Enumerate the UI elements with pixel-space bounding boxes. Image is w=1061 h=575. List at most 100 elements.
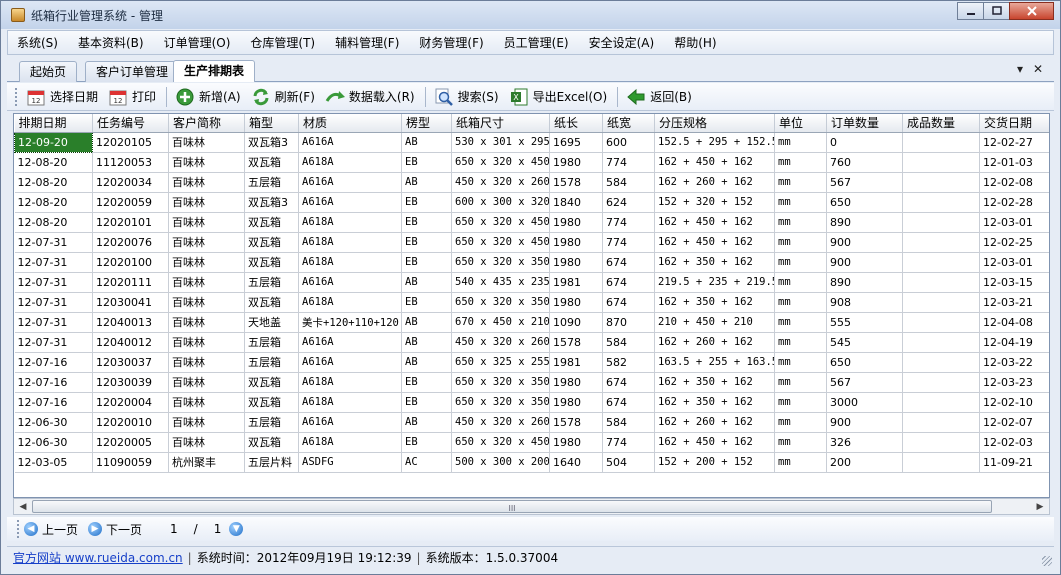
table-cell[interactable]: AC [401, 452, 452, 473]
table-cell[interactable]: 1578 [549, 172, 603, 193]
table-cell[interactable]: 五层箱 [244, 412, 299, 433]
table-cell[interactable]: 12040012 [92, 332, 169, 353]
table-cell[interactable]: 900 [826, 412, 903, 433]
title-bar[interactable]: 纸箱行业管理系统 - 管理 [1, 1, 1060, 29]
table-cell[interactable]: 12-07-16 [14, 392, 93, 413]
table-row[interactable]: 12-08-20 12020101 百味林 双瓦箱 A618A EB 650 x 320 x… [14, 212, 1049, 233]
scrollbar-thumb[interactable]: III [32, 500, 992, 513]
column-header[interactable]: 交货日期 [979, 114, 1049, 133]
table-cell[interactable]: 百味林 [168, 352, 245, 373]
column-header[interactable]: 成品数量 [902, 114, 980, 133]
table-cell[interactable]: 12-09-20 [14, 131, 93, 153]
table-cell[interactable]: AB [401, 312, 452, 333]
table-cell[interactable]: 12-07-31 [14, 272, 93, 293]
column-header[interactable]: 排期日期 [14, 114, 93, 133]
table-cell[interactable]: 五层箱 [244, 272, 299, 293]
table-row[interactable]: 12-07-31 12020076 百味林 双瓦箱 A618A EB 650 x 320 x… [14, 232, 1049, 253]
menu-finance-management[interactable]: 财务管理(F) [410, 32, 492, 54]
table-cell[interactable]: 双瓦箱3 [244, 192, 299, 213]
table-cell[interactable]: 12-08-20 [14, 212, 93, 233]
tab-list-dropdown-icon[interactable]: ▾ [1017, 62, 1023, 76]
table-cell[interactable]: 650 x 320 x 350 [451, 392, 550, 413]
table-cell[interactable]: 650 x 320 x 450 [451, 212, 550, 233]
table-cell[interactable]: 674 [602, 272, 655, 293]
table-cell[interactable]: 162 + 450 + 162 [654, 152, 775, 173]
table-cell[interactable]: 674 [602, 392, 655, 413]
table-cell[interactable]: mm [774, 252, 827, 273]
table-cell[interactable]: 600 x 300 x 320 [451, 192, 550, 213]
table-cell[interactable]: 12-04-08 [979, 312, 1049, 333]
production-schedule-grid[interactable]: 排期日期 任务编号 客户简称 箱型 材质 楞型 纸箱尺寸 纸长 纸宽 分压规格 单位 订单数量 成品数量… [13, 113, 1050, 498]
table-cell[interactable]: A616A [298, 272, 402, 293]
table-cell[interactable]: 杭州聚丰 [168, 452, 245, 473]
table-cell[interactable] [902, 172, 980, 193]
scroll-right-icon[interactable]: ▶ [1032, 499, 1048, 514]
table-cell[interactable]: mm [774, 352, 827, 373]
table-cell[interactable]: 162 + 350 + 162 [654, 392, 775, 413]
table-cell[interactable]: 162 + 260 + 162 [654, 412, 775, 433]
table-cell[interactable]: 530 x 301 x 295 [451, 132, 550, 153]
back-button[interactable]: 返回(B) [622, 85, 696, 109]
table-cell[interactable]: 12-08-20 [14, 192, 93, 213]
table-cell[interactable]: 600 [602, 132, 655, 153]
table-cell[interactable]: 12-06-30 [14, 432, 93, 453]
table-cell[interactable]: 12-02-03 [979, 432, 1049, 453]
table-cell[interactable]: 12030041 [92, 292, 169, 313]
table-cell[interactable]: 450 x 320 x 260 [451, 172, 550, 193]
table-row[interactable]: 12-07-31 12030041 百味林 双瓦箱 A618A EB 650 x 320 x… [14, 292, 1049, 313]
table-row[interactable]: 12-07-16 12020004 百味林 双瓦箱 A618A EB 650 x 320 x… [14, 392, 1049, 413]
table-cell[interactable]: mm [774, 272, 827, 293]
table-cell[interactable] [902, 412, 980, 433]
table-cell[interactable]: EB [401, 372, 452, 393]
table-cell[interactable]: 12020010 [92, 412, 169, 433]
tab-production-schedule[interactable]: 生产排期表 [173, 60, 256, 82]
table-cell[interactable]: 1695 [549, 132, 603, 153]
table-cell[interactable]: 162 + 350 + 162 [654, 252, 775, 273]
menu-basic-data[interactable]: 基本资料(B) [69, 32, 153, 54]
table-cell[interactable]: AB [401, 132, 452, 153]
table-cell[interactable]: 五层箱 [244, 332, 299, 353]
table-cell[interactable]: A616A [298, 412, 402, 433]
table-cell[interactable]: 162 + 450 + 162 [654, 232, 775, 253]
table-cell[interactable]: EB [401, 292, 452, 313]
table-row[interactable]: 12-06-30 12020010 百味林 五层箱 A616A AB 450 x 320 x… [14, 412, 1049, 433]
close-window-button[interactable] [1009, 2, 1054, 20]
table-cell[interactable]: 12020004 [92, 392, 169, 413]
table-cell[interactable]: 12-02-07 [979, 412, 1049, 433]
table-cell[interactable]: 12-04-19 [979, 332, 1049, 353]
table-cell[interactable]: 3000 [826, 392, 903, 413]
table-cell[interactable]: 12-07-31 [14, 252, 93, 273]
table-cell[interactable]: 百味林 [168, 432, 245, 453]
tab-start-page[interactable]: 起始页 [19, 61, 78, 82]
table-cell[interactable]: 774 [602, 212, 655, 233]
table-cell[interactable]: 12-07-16 [14, 352, 93, 373]
table-cell[interactable]: 百味林 [168, 392, 245, 413]
menu-auxiliary-materials[interactable]: 辅料管理(F) [326, 32, 408, 54]
table-cell[interactable] [902, 272, 980, 293]
table-cell[interactable]: 12-08-20 [14, 152, 93, 173]
table-cell[interactable] [902, 132, 980, 153]
table-cell[interactable]: 1980 [549, 252, 603, 273]
table-cell[interactable]: 12-03-01 [979, 212, 1049, 233]
table-cell[interactable]: mm [774, 312, 827, 333]
table-cell[interactable]: 五层箱 [244, 352, 299, 373]
table-cell[interactable]: AB [401, 352, 452, 373]
table-cell[interactable]: 674 [602, 252, 655, 273]
table-cell[interactable]: 582 [602, 352, 655, 373]
table-cell[interactable]: A616A [298, 172, 402, 193]
table-cell[interactable]: 162 + 450 + 162 [654, 432, 775, 453]
table-cell[interactable]: 650 x 320 x 450 [451, 232, 550, 253]
table-row[interactable]: 12-07-31 12020111 百味林 五层箱 A616A AB 540 x 435 x… [14, 272, 1049, 293]
table-cell[interactable]: 12-02-25 [979, 232, 1049, 253]
table-cell[interactable]: 1980 [549, 292, 603, 313]
table-cell[interactable]: 11090059 [92, 452, 169, 473]
add-button[interactable]: 新增(A) [171, 85, 245, 109]
column-header[interactable]: 楞型 [401, 114, 452, 133]
table-cell[interactable]: 12-06-30 [14, 412, 93, 433]
column-header[interactable]: 纸长 [549, 114, 603, 133]
table-cell[interactable]: 12-02-08 [979, 172, 1049, 193]
table-cell[interactable]: 1980 [549, 212, 603, 233]
table-cell[interactable]: 百味林 [168, 252, 245, 273]
table-row[interactable]: 12-07-31 12040012 百味林 五层箱 A616A AB 450 x 320 x… [14, 332, 1049, 353]
table-cell[interactable]: mm [774, 212, 827, 233]
